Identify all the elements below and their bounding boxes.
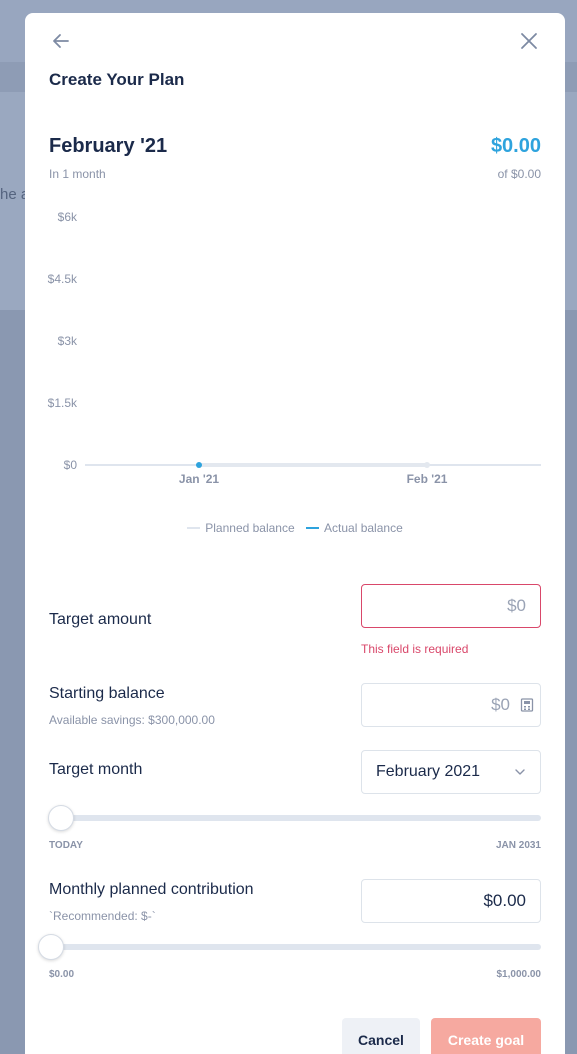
target-month-label: Target month (49, 761, 143, 778)
legend-swatch-planned (187, 527, 201, 529)
target-month-value: February 2021 (376, 763, 481, 780)
balance-chart: $6k $4.5k $3k $1.5k $0 Jan '21 Feb '21 (25, 203, 565, 503)
target-month-slider-thumb[interactable] (47, 805, 74, 831)
x-tick-label: Feb '21 (407, 472, 448, 486)
contribution-slider-thumb[interactable] (38, 934, 64, 960)
available-savings-hint: Available savings: $300,000.00 (49, 713, 215, 727)
close-icon[interactable] (517, 29, 541, 53)
contribution-slider[interactable] (38, 934, 541, 960)
calculator-icon[interactable] (520, 698, 534, 712)
target-month-slider[interactable] (47, 805, 541, 831)
contribution-slider-max: $1,000.00 (496, 969, 542, 980)
legend-label-actual: Actual balance (324, 521, 403, 535)
chevron-down-icon (515, 769, 525, 775)
goal-time-remaining: In 1 month (49, 167, 106, 181)
legend-swatch-actual (306, 527, 320, 529)
contribution-slider-min: $0.00 (49, 969, 75, 980)
starting-balance-label: Starting balance (49, 685, 165, 702)
target-amount-input[interactable] (361, 584, 541, 628)
cancel-button[interactable]: Cancel (342, 1018, 420, 1054)
monthly-contribution-input[interactable] (361, 879, 541, 923)
goal-target-of: of $0.00 (497, 167, 541, 181)
actual-balance-point (196, 462, 202, 468)
target-month-select[interactable]: February 2021 (361, 750, 541, 794)
target-month-slider-max: JAN 2031 (495, 840, 541, 851)
target-month-slider-min: TODAY (49, 840, 83, 851)
monthly-contribution-label: Monthly planned contribution (49, 881, 254, 898)
goal-amount: $0.00 (490, 135, 541, 157)
create-goal-button[interactable]: Create goal (431, 1018, 541, 1054)
legend-item-actual: Actual balance (306, 521, 403, 535)
target-amount-error: This field is required (361, 642, 469, 656)
modal-title: Create Your Plan (49, 70, 185, 89)
create-plan-modal: Create Your Plan February '21 In 1 month… (25, 13, 565, 1054)
recommended-hint: `Recommended: $-` (49, 909, 156, 923)
y-tick-label: $0 (64, 458, 78, 472)
y-tick-label: $6k (58, 210, 78, 224)
goal-month: February '21 (49, 135, 168, 157)
x-tick-label: Jan '21 (179, 472, 220, 486)
target-amount-label: Target amount (49, 611, 152, 628)
legend-label-planned: Planned balance (205, 521, 295, 535)
y-tick-label: $4.5k (48, 272, 78, 286)
balance-chart-svg: $6k $4.5k $3k $1.5k $0 Jan '21 Feb '21 (48, 210, 541, 486)
legend-item-planned: Planned balance (187, 521, 295, 535)
y-tick-label: $3k (58, 334, 78, 348)
y-tick-label: $1.5k (48, 396, 78, 410)
starting-balance-input[interactable] (361, 683, 541, 727)
chart-legend: Planned balance Actual balance (25, 518, 565, 535)
arrow-left-icon[interactable] (49, 29, 73, 53)
planned-balance-point (424, 462, 430, 468)
